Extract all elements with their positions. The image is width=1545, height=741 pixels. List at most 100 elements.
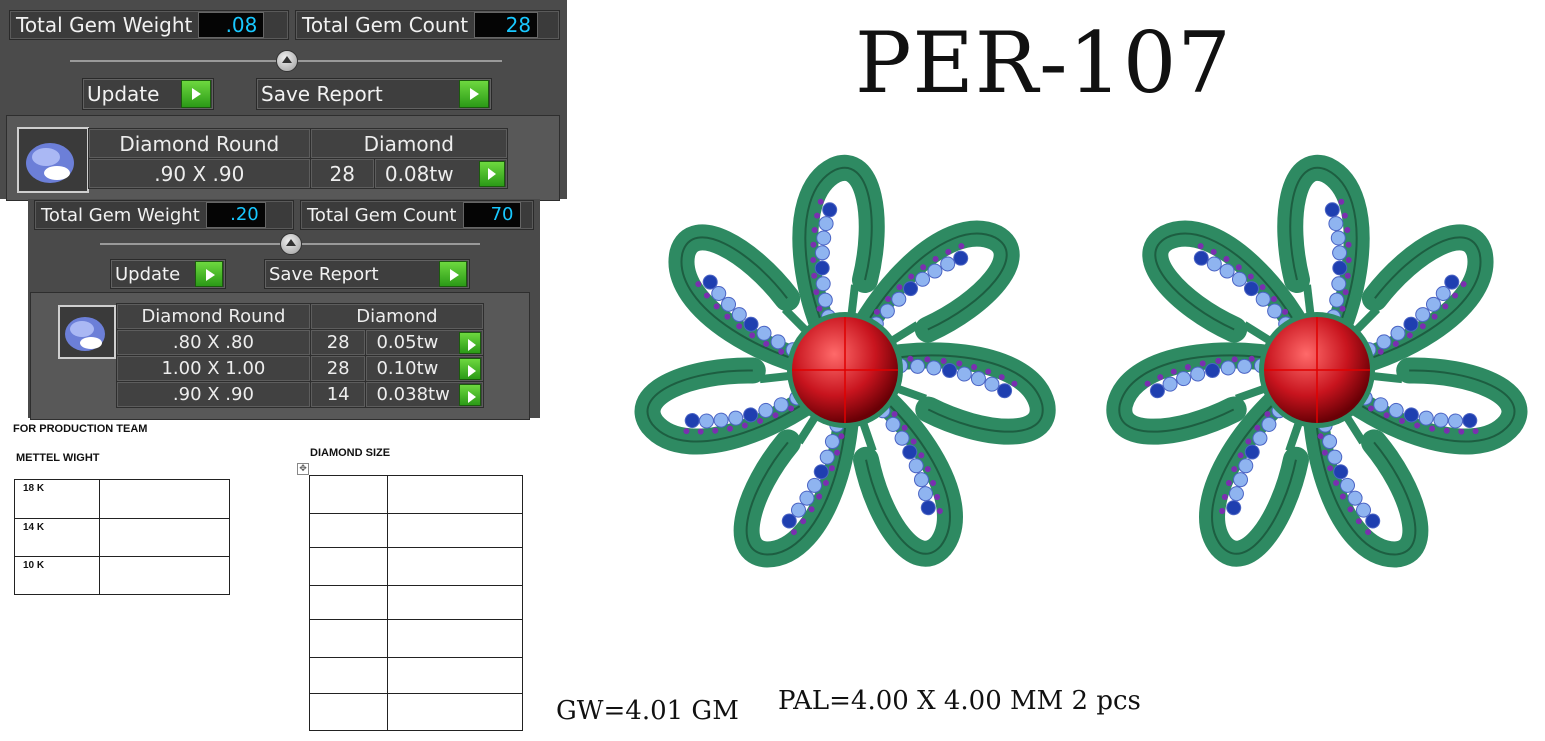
stone <box>698 413 714 429</box>
gem-size-cell: 1.00 X 1.00 <box>116 355 311 382</box>
splitter-knob-icon[interactable] <box>280 233 302 255</box>
diamond-size-table <box>309 475 523 731</box>
table-row <box>309 585 523 620</box>
update-button-label: Update <box>87 82 160 106</box>
diamond-qty-cell[interactable] <box>387 513 523 548</box>
table-move-handle-icon[interactable]: ✥ <box>297 463 309 475</box>
metal-karat-cell: 10 K <box>14 556 100 595</box>
play-arrow-icon[interactable] <box>479 161 505 187</box>
play-arrow-icon[interactable] <box>195 261 223 287</box>
update-button[interactable]: Update <box>110 259 226 289</box>
prong <box>1345 257 1352 263</box>
diamond-size-cell[interactable] <box>309 585 388 620</box>
gem-tw-cell: 0.08tw <box>373 158 509 189</box>
total-gem-weight-value: .08 <box>198 12 265 38</box>
prong <box>810 257 817 263</box>
stone <box>1328 216 1344 232</box>
gem-table: Diamond Round Diamond .90 X .90 28 0.08t… <box>88 128 509 189</box>
prong <box>810 241 817 248</box>
gem-tw-value: 0.05tw <box>376 332 439 353</box>
total-gem-weight-field: Total Gem Weight .20 <box>34 200 294 230</box>
total-gem-count-value: 70 <box>462 202 521 228</box>
prong <box>1341 212 1348 219</box>
play-arrow-icon[interactable] <box>181 80 211 108</box>
save-report-button[interactable]: Save Report <box>264 259 470 289</box>
total-gem-weight-value: .20 <box>205 202 266 228</box>
save-report-button[interactable]: Save Report <box>256 78 492 110</box>
gem-table: Diamond Round Diamond .80 X .80 28 0.05t… <box>116 303 485 408</box>
diamond-round-thumbnail-icon[interactable] <box>17 127 89 193</box>
stone <box>1332 260 1348 276</box>
stone <box>814 260 830 276</box>
prong <box>1338 198 1345 205</box>
metal-weight-cell[interactable] <box>99 518 230 557</box>
metal-weight-cell[interactable] <box>99 556 230 595</box>
stone <box>822 202 838 218</box>
stone <box>1226 500 1242 516</box>
diamond-size-cell[interactable] <box>309 513 388 548</box>
prong <box>1345 241 1352 248</box>
stone <box>1324 202 1340 218</box>
diamond-qty-cell[interactable] <box>387 585 523 620</box>
play-arrow-icon[interactable] <box>439 261 467 287</box>
earring-render-left <box>634 154 1056 568</box>
diamond-round-thumbnail-icon[interactable] <box>58 305 116 359</box>
total-gem-weight-label: Total Gem Weight <box>41 204 200 226</box>
gem-table-header: Diamond Round Diamond <box>116 303 485 330</box>
gem-size-cell: .90 X .90 <box>88 158 311 189</box>
diamond-qty-cell[interactable] <box>387 619 523 658</box>
diamond-size-cell[interactable] <box>309 475 388 514</box>
diamond-size-cell[interactable] <box>309 693 388 731</box>
gem-tw-value: 0.038tw <box>376 384 450 405</box>
prong <box>1344 227 1351 233</box>
stone <box>817 292 833 308</box>
diamond-qty-cell[interactable] <box>387 547 523 586</box>
stone <box>920 500 936 516</box>
pearl-spec-text: PAL=4.00 X 4.00 MM 2 pcs <box>778 686 1141 716</box>
table-row[interactable]: .80 X .80 28 0.05tw <box>116 329 484 356</box>
diamond-qty-cell[interactable] <box>387 475 523 514</box>
splitter-knob-icon[interactable] <box>276 50 298 72</box>
diamond-size-cell[interactable] <box>309 619 388 658</box>
prong <box>811 227 818 233</box>
play-arrow-icon[interactable] <box>459 332 481 354</box>
total-gem-count-label: Total Gem Count <box>307 204 457 226</box>
save-report-button-label: Save Report <box>269 263 379 285</box>
prong <box>1339 305 1346 312</box>
stone <box>684 413 700 429</box>
play-arrow-icon[interactable] <box>459 384 481 406</box>
diamond-qty-cell[interactable] <box>387 657 523 694</box>
prong <box>1344 272 1351 279</box>
total-gem-weight-label: Total Gem Weight <box>16 13 193 37</box>
save-report-button-label: Save Report <box>261 82 383 106</box>
update-button[interactable]: Update <box>82 78 214 110</box>
stats-row: Total Gem Weight .20 Total Gem Count 70 <box>34 200 534 230</box>
prong <box>813 289 820 296</box>
metal-weight-table: 18 K 14 K 10 K <box>14 479 230 595</box>
total-gem-count-label: Total Gem Count <box>302 13 469 37</box>
update-button-label: Update <box>115 263 181 285</box>
prong <box>814 212 821 219</box>
metal-weight-cell[interactable] <box>99 479 230 519</box>
diamond-size-cell[interactable] <box>309 547 388 586</box>
stone <box>816 230 832 246</box>
play-arrow-icon[interactable] <box>459 358 481 380</box>
table-row[interactable]: .90 X .90 14 0.038tw <box>116 381 484 408</box>
table-row[interactable]: .90 X .90 28 0.08tw <box>88 158 509 189</box>
stone <box>1331 276 1347 292</box>
gem-type-header: Diamond <box>309 303 485 330</box>
gem-tw-cell: 0.05tw <box>365 329 484 356</box>
gross-weight-text: GW=4.01 GM <box>556 696 739 726</box>
diamond-qty-cell[interactable] <box>387 693 523 731</box>
metal-karat-cell: 18 K <box>14 479 100 519</box>
stone <box>818 216 834 232</box>
metal-weight-heading: METTEL WIGHT <box>16 452 100 464</box>
gem-count-cell: 28 <box>309 158 375 189</box>
prong <box>816 305 823 312</box>
diamond-size-heading: DIAMOND SIZE <box>310 447 391 459</box>
diamond-size-cell[interactable] <box>309 657 388 694</box>
table-row[interactable]: 1.00 X 1.00 28 0.10tw <box>116 355 484 382</box>
gem-tw-value: 0.10tw <box>376 358 439 379</box>
play-arrow-icon[interactable] <box>459 80 489 108</box>
table-row <box>309 619 523 658</box>
